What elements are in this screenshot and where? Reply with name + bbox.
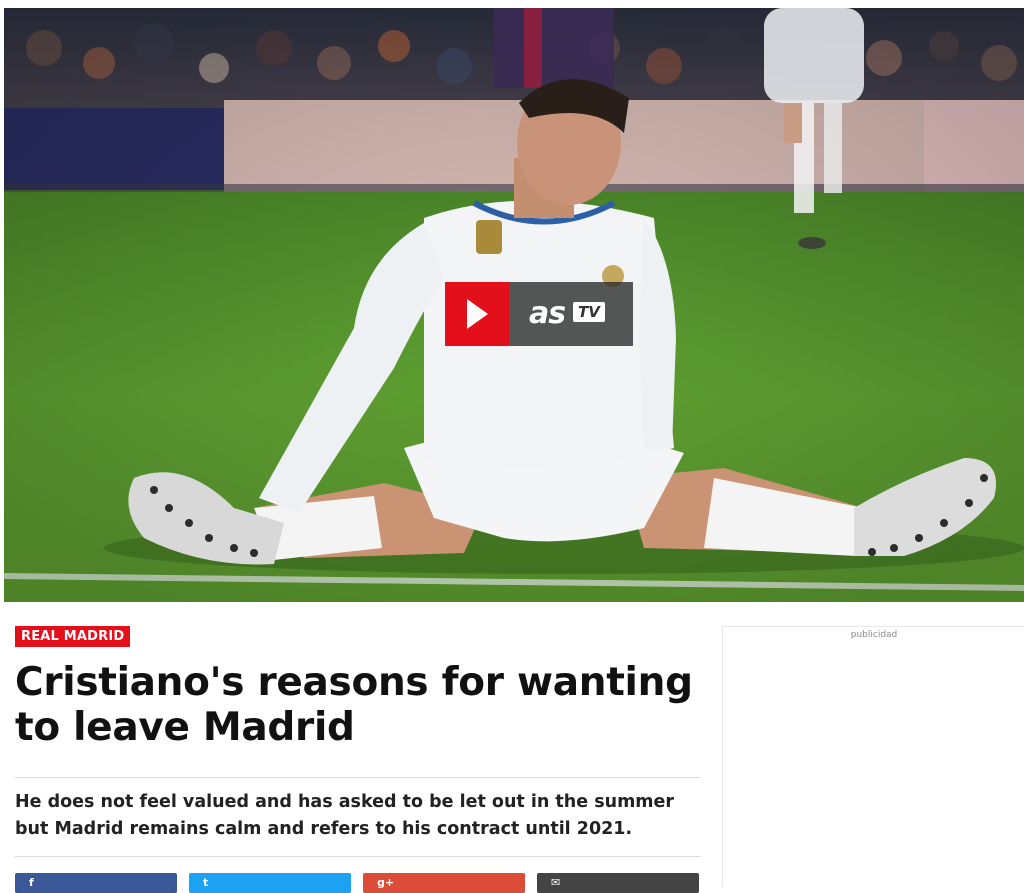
share-facebook-button[interactable]: f [15, 873, 177, 893]
divider [15, 856, 701, 857]
advertisement-box[interactable]: publicidad [722, 626, 1024, 887]
as-brand-text: as [529, 296, 566, 331]
article-subhead: He does not feel valued and has asked to… [15, 792, 675, 839]
ad-label: publicidad [850, 630, 898, 640]
section-badge[interactable]: REAL MADRID [15, 626, 131, 647]
share-google-plus-button[interactable]: g+ [363, 873, 525, 893]
video-play-button[interactable]: as TV [445, 282, 633, 346]
tv-brand-text: TV [573, 302, 605, 322]
article-headline: Cristiano's reasons for wanting to leave… [15, 660, 693, 750]
twitter-icon: t [203, 876, 209, 889]
facebook-icon: f [29, 876, 34, 889]
google-plus-icon: g+ [377, 876, 395, 889]
email-icon: ✉ [551, 876, 561, 889]
share-twitter-button[interactable]: t [189, 873, 351, 893]
play-icon[interactable] [445, 282, 509, 346]
share-email-button[interactable]: ✉ [537, 873, 699, 893]
hero-image[interactable]: as TV [4, 8, 1024, 602]
divider [15, 777, 701, 778]
as-tv-logo: as TV [509, 282, 633, 346]
